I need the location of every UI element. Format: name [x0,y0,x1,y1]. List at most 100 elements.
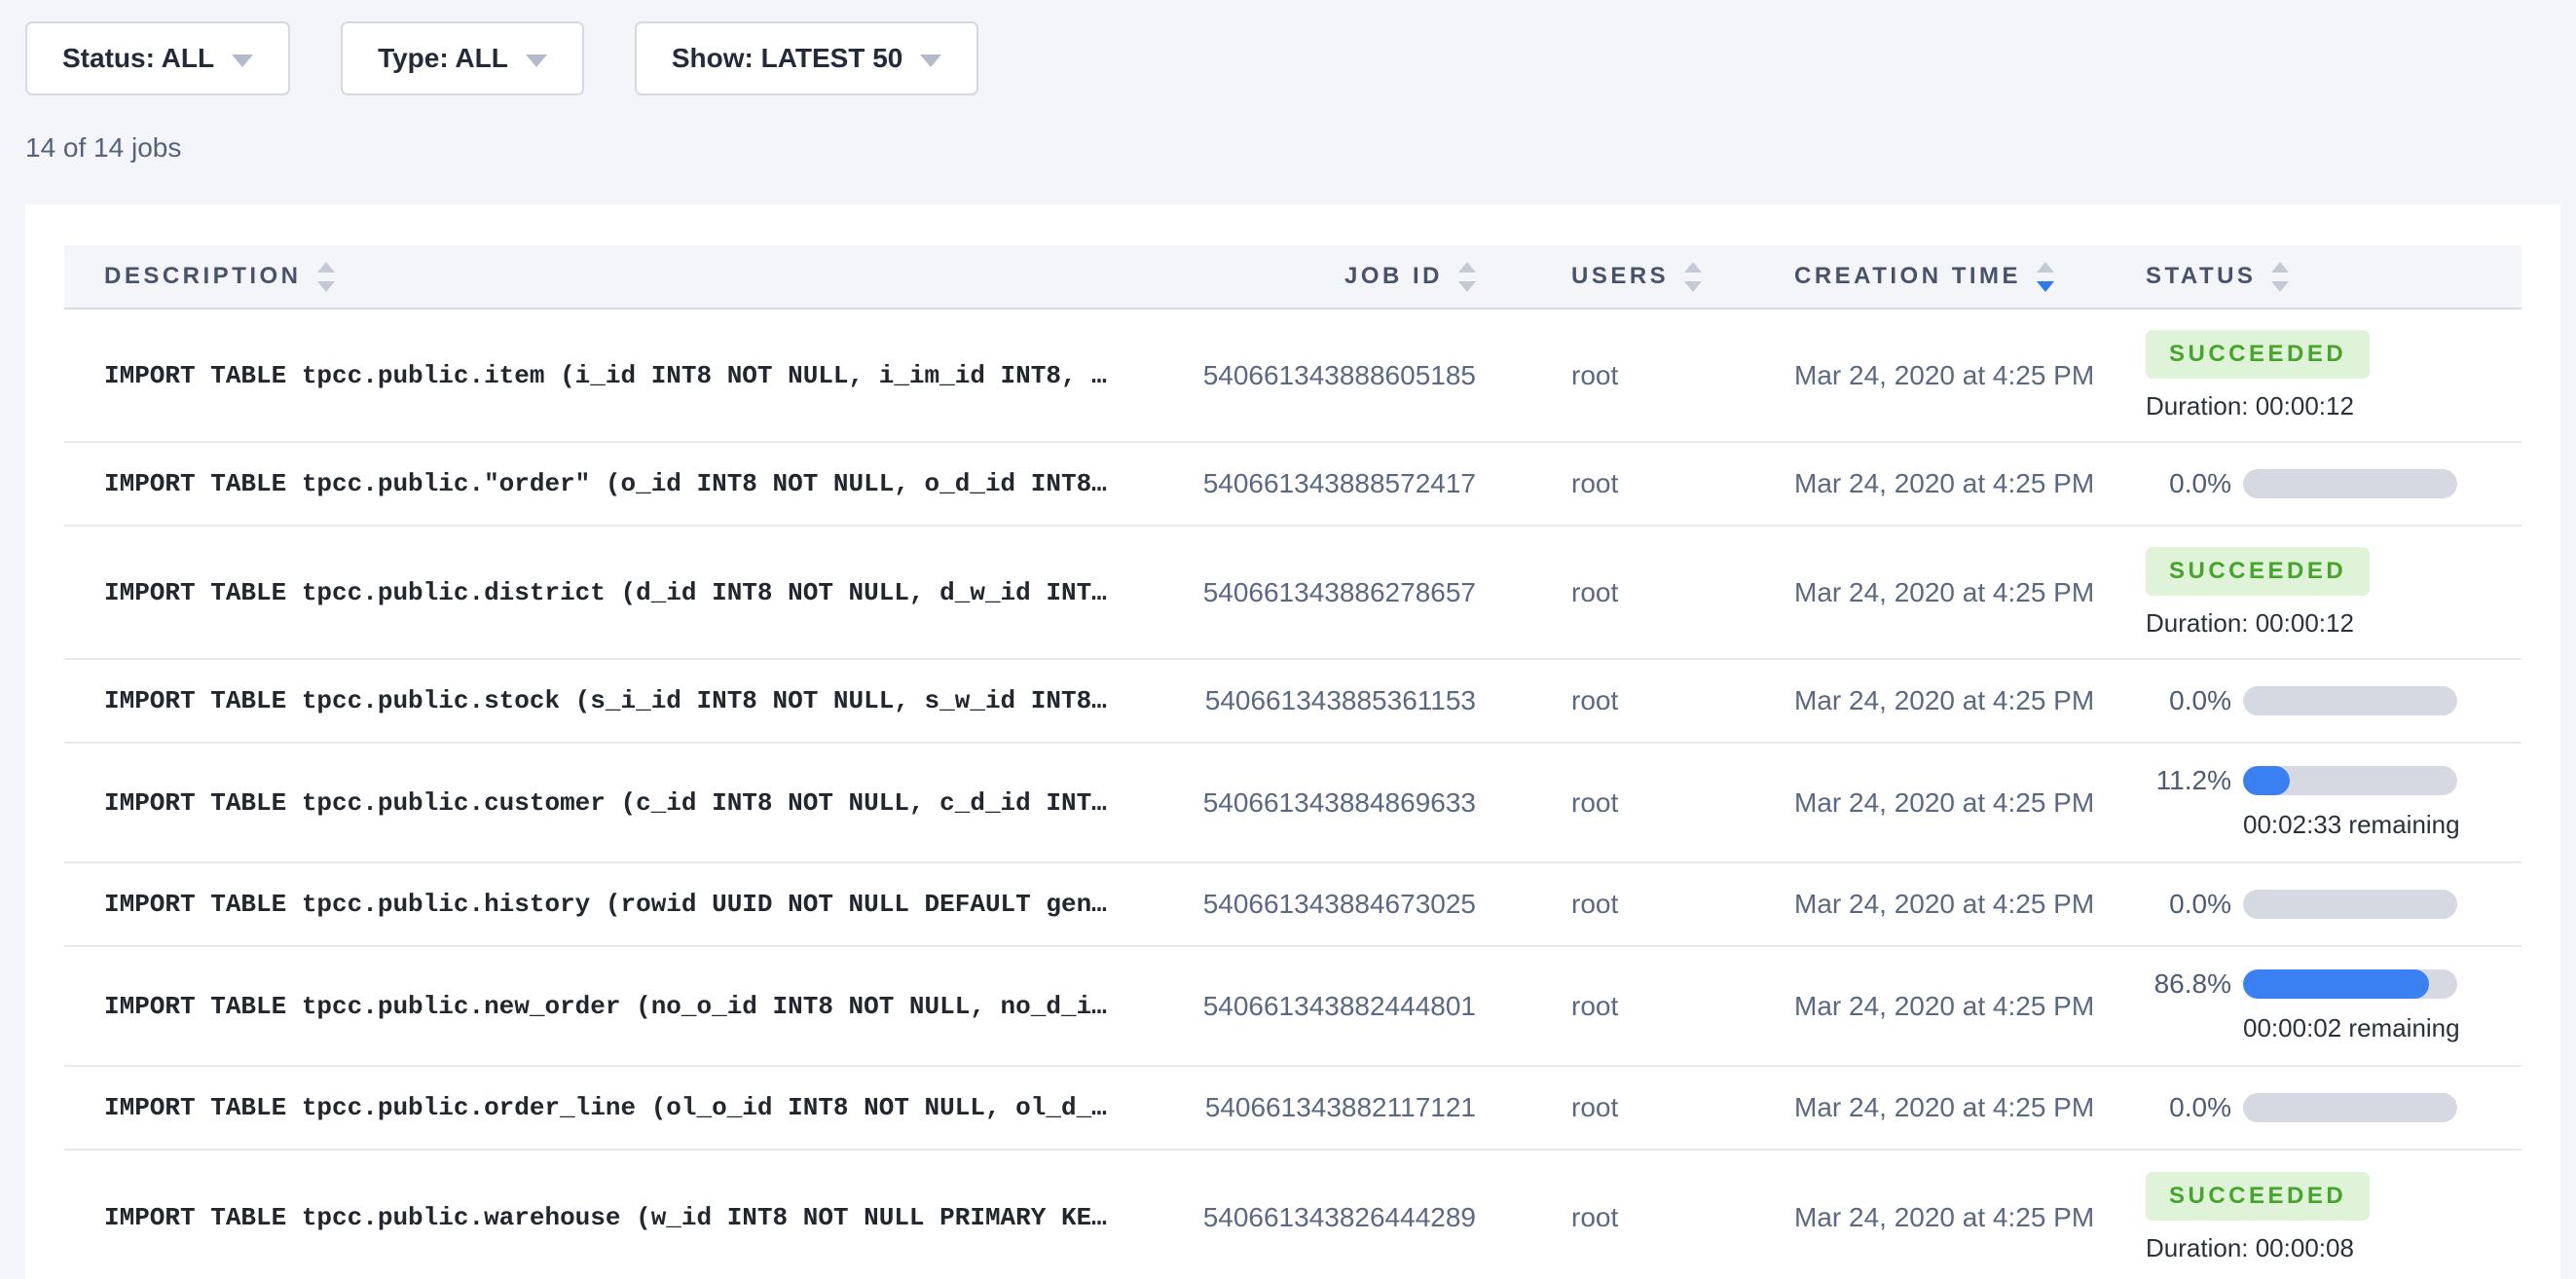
job-user: root [1476,685,1794,716]
status-duration: Duration: 00:00:12 [2146,391,2521,421]
table-row: IMPORT TABLE tpcc.public.customer (c_id … [64,744,2521,863]
job-creation-time: Mar 24, 2020 at 4:25 PM [1794,1092,2146,1123]
table-row: IMPORT TABLE tpcc.public.new_order (no_o… [64,947,2521,1067]
progress-bar-fill [2243,969,2429,999]
job-id: 540661343882444801 [1116,991,1476,1022]
job-creation-time: Mar 24, 2020 at 4:25 PM [1794,787,2146,819]
table-body: IMPORT TABLE tpcc.public.item (i_id INT8… [64,310,2521,1279]
status-filter-label: Status: ALL [62,43,214,74]
table-row: IMPORT TABLE tpcc.public."order" (o_id I… [64,443,2521,527]
job-description: IMPORT TABLE tpcc.public.stock (s_i_id I… [64,686,1116,715]
show-filter-dropdown[interactable]: Show: LATEST 50 [635,21,979,95]
table-row: IMPORT TABLE tpcc.public.district (d_id … [64,527,2521,660]
job-description: IMPORT TABLE tpcc.public.history (rowid … [64,890,1116,919]
progress-bar [2243,1093,2457,1122]
status-remaining: 00:00:02 remaining [2243,1013,2457,1043]
job-id: 540661343884869633 [1116,787,1476,819]
job-creation-time: Mar 24, 2020 at 4:25 PM [1794,468,2146,499]
progress-bar [2243,969,2457,999]
job-user: root [1476,991,1794,1022]
job-id: 540661343884673025 [1116,889,1476,920]
column-header-job-id[interactable]: JOB ID [1116,262,1476,292]
column-header-creation-time[interactable]: CREATION TIME [1794,262,2146,292]
job-creation-time: Mar 24, 2020 at 4:25 PM [1794,685,2146,716]
column-header-description[interactable]: DESCRIPTION [64,262,1116,292]
job-user: root [1476,360,1794,391]
table-row: IMPORT TABLE tpcc.public.stock (s_i_id I… [64,660,2521,744]
job-status: SUCCEEDED Duration: 00:00:08 [2146,1172,2521,1263]
column-header-status[interactable]: STATUS [2146,262,2521,292]
job-id: 540661343888605185 [1116,360,1476,391]
job-status: 0.0% [2146,889,2521,920]
job-creation-time: Mar 24, 2020 at 4:25 PM [1794,577,2146,608]
job-status: SUCCEEDED Duration: 00:00:12 [2146,330,2521,421]
progress-bar [2243,686,2457,715]
status-percent: 86.8% [2146,968,2231,1000]
caret-down-icon [232,55,253,67]
show-filter-label: Show: LATEST 50 [672,43,903,74]
job-description: IMPORT TABLE tpcc.public."order" (o_id I… [64,469,1116,498]
job-status: SUCCEEDED Duration: 00:00:12 [2146,547,2521,639]
job-description: IMPORT TABLE tpcc.public.order_line (ol_… [64,1093,1116,1122]
status-filter-dropdown[interactable]: Status: ALL [25,21,290,95]
status-badge: SUCCEEDED [2146,330,2370,379]
job-description: IMPORT TABLE tpcc.public.new_order (no_o… [64,992,1116,1021]
job-id: 540661343882117121 [1116,1092,1476,1123]
job-user: root [1476,468,1794,499]
job-status: 0.0% [2146,1092,2521,1123]
progress-bar [2243,766,2457,795]
job-user: root [1476,1202,1794,1233]
job-status: 86.8% 00:00:02 remaining [2146,968,2521,1043]
sort-icon[interactable] [2037,262,2054,292]
job-user: root [1476,787,1794,819]
job-id: 540661343886278657 [1116,577,1476,608]
progress-bar [2243,469,2457,498]
status-duration: Duration: 00:00:08 [2146,1233,2521,1263]
job-id: 540661343826444289 [1116,1202,1476,1233]
job-id: 540661343885361153 [1116,685,1476,716]
status-percent: 11.2% [2146,765,2231,796]
job-description: IMPORT TABLE tpcc.public.district (d_id … [64,578,1116,607]
job-creation-time: Mar 24, 2020 at 4:25 PM [1794,991,2146,1022]
job-creation-time: Mar 24, 2020 at 4:25 PM [1794,889,2146,920]
status-percent: 0.0% [2146,685,2231,716]
job-status: 0.0% [2146,468,2521,499]
status-duration: Duration: 00:00:12 [2146,608,2521,639]
status-percent: 0.0% [2146,889,2231,920]
job-description: IMPORT TABLE tpcc.public.warehouse (w_id… [64,1203,1116,1232]
table-header-row: DESCRIPTION JOB ID USERS CREATION TIME S… [64,245,2521,310]
job-description: IMPORT TABLE tpcc.public.item (i_id INT8… [64,361,1116,390]
table-row: IMPORT TABLE tpcc.public.order_line (ol_… [64,1067,2521,1151]
caret-down-icon [526,55,547,67]
sort-icon[interactable] [2271,262,2289,292]
sort-icon[interactable] [1684,262,1702,292]
job-user: root [1476,1092,1794,1123]
sort-icon[interactable] [317,262,335,292]
column-header-users[interactable]: USERS [1476,262,1794,292]
progress-bar-fill [2243,766,2290,795]
table-row: IMPORT TABLE tpcc.public.item (i_id INT8… [64,310,2521,443]
status-badge: SUCCEEDED [2146,1172,2370,1221]
job-user: root [1476,889,1794,920]
sort-icon[interactable] [1458,262,1476,292]
filter-bar: Status: ALL Type: ALL Show: LATEST 50 [0,0,2576,95]
job-creation-time: Mar 24, 2020 at 4:25 PM [1794,360,2146,391]
job-status: 0.0% [2146,685,2521,716]
jobs-count: 14 of 14 jobs [25,132,2576,164]
status-percent: 0.0% [2146,468,2231,499]
progress-bar [2243,890,2457,919]
job-creation-time: Mar 24, 2020 at 4:25 PM [1794,1202,2146,1233]
job-user: root [1476,577,1794,608]
table-row: IMPORT TABLE tpcc.public.warehouse (w_id… [64,1151,2521,1279]
caret-down-icon [920,55,941,67]
type-filter-dropdown[interactable]: Type: ALL [341,21,584,95]
table-row: IMPORT TABLE tpcc.public.history (rowid … [64,863,2521,947]
job-id: 540661343888572417 [1116,468,1476,499]
jobs-table-card: DESCRIPTION JOB ID USERS CREATION TIME S… [25,204,2560,1279]
type-filter-label: Type: ALL [378,43,508,74]
job-status: 11.2% 00:02:33 remaining [2146,765,2521,840]
status-percent: 0.0% [2146,1092,2231,1123]
job-description: IMPORT TABLE tpcc.public.customer (c_id … [64,788,1116,818]
status-remaining: 00:02:33 remaining [2243,810,2457,840]
status-badge: SUCCEEDED [2146,547,2370,596]
